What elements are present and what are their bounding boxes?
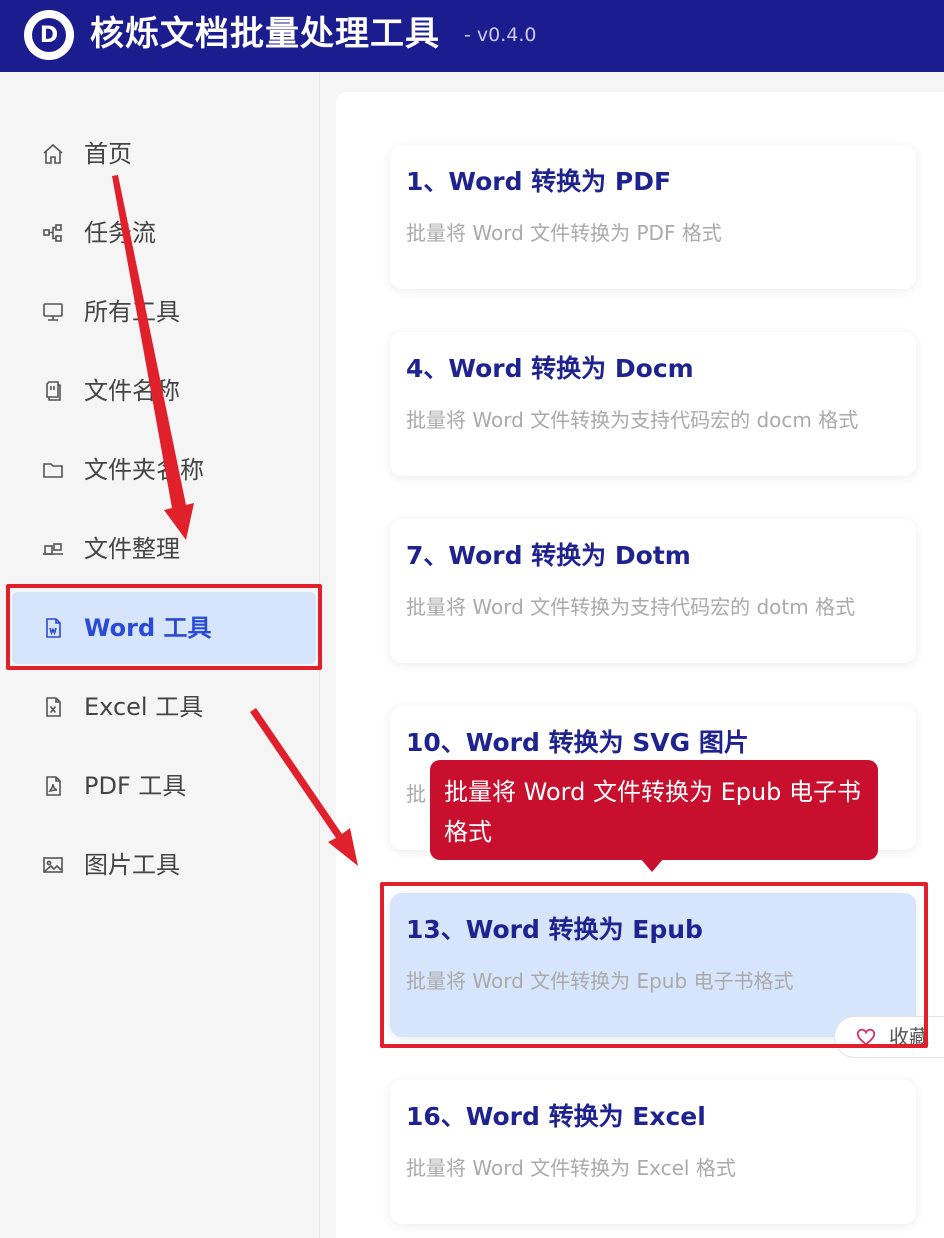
card-tooltip: 批量将 Word 文件转换为 Epub 电子书格式 xyxy=(430,760,878,860)
sidebar-item-file-organize[interactable]: 文件整理 xyxy=(12,513,316,585)
monitor-icon xyxy=(40,299,66,325)
file-copy-icon xyxy=(40,378,66,404)
sidebar-item-label: 文件整理 xyxy=(84,535,180,563)
app-title: 核烁文档批量处理工具 xyxy=(90,14,440,54)
image-icon xyxy=(40,852,66,878)
tool-card-word-to-dotm[interactable]: 7、Word 转换为 Dotm 批量将 Word 文件转换为支持代码宏的 dot… xyxy=(390,519,916,663)
card-description: 批 xyxy=(406,782,426,806)
card-title: 16、Word 转换为 Excel xyxy=(406,1102,706,1131)
folder-icon xyxy=(40,457,66,483)
sidebar-item-file-name[interactable]: 文件名称 xyxy=(12,355,316,427)
app-header: D 核烁文档批量处理工具 - v0.4.0 xyxy=(0,0,944,72)
excel-file-icon xyxy=(40,694,66,720)
card-description: 批量将 Word 文件转换为 Excel 格式 xyxy=(406,1156,736,1180)
sidebar-item-pdf-tools[interactable]: PDF 工具 xyxy=(12,750,316,822)
card-title: 7、Word 转换为 Dotm xyxy=(406,541,691,570)
card-description: 批量将 Word 文件转换为支持代码宏的 dotm 格式 xyxy=(406,595,856,619)
sidebar-item-label: 图片工具 xyxy=(84,851,180,879)
card-description: 批量将 Word 文件转换为 PDF 格式 xyxy=(406,221,722,245)
card-title: 10、Word 转换为 SVG 图片 xyxy=(406,728,749,757)
workflow-icon xyxy=(40,220,66,246)
sidebar-item-label: 任务流 xyxy=(84,219,156,247)
pdf-file-icon xyxy=(40,773,66,799)
sidebar-item-all-tools[interactable]: 所有工具 xyxy=(12,276,316,348)
app-logo: D xyxy=(24,10,74,60)
tool-card-word-to-docm[interactable]: 4、Word 转换为 Docm 批量将 Word 文件转换为支持代码宏的 doc… xyxy=(390,332,916,476)
app-version: - v0.4.0 xyxy=(464,24,537,46)
sidebar-item-label: 所有工具 xyxy=(84,298,180,326)
tool-card-word-to-excel[interactable]: 16、Word 转换为 Excel 批量将 Word 文件转换为 Excel 格… xyxy=(390,1080,916,1224)
sidebar-item-workflow[interactable]: 任务流 xyxy=(12,197,316,269)
sidebar-item-label: 文件名称 xyxy=(84,377,180,405)
sidebar-item-image-tools[interactable]: 图片工具 xyxy=(12,829,316,901)
tooltip-arrow xyxy=(640,858,664,872)
sidebar-item-label: 首页 xyxy=(84,140,132,168)
sidebar-item-excel-tools[interactable]: Excel 工具 xyxy=(12,671,316,743)
home-icon xyxy=(40,141,66,167)
annotation-highlight-epub-card xyxy=(380,882,928,1048)
sidebar-item-label: PDF 工具 xyxy=(84,772,187,800)
card-title: 1、Word 转换为 PDF xyxy=(406,167,672,196)
sidebar-item-folder-name[interactable]: 文件夹名称 xyxy=(12,434,316,506)
sidebar-item-label: Excel 工具 xyxy=(84,693,204,721)
card-title: 4、Word 转换为 Docm xyxy=(406,354,694,383)
tool-card-word-to-pdf[interactable]: 1、Word 转换为 PDF 批量将 Word 文件转换为 PDF 格式 xyxy=(390,145,916,289)
sidebar-item-label: 文件夹名称 xyxy=(84,456,204,484)
annotation-highlight-word-tools xyxy=(6,584,322,670)
logo-letter: D xyxy=(32,18,66,52)
card-description: 批量将 Word 文件转换为支持代码宏的 docm 格式 xyxy=(406,408,859,432)
organize-icon xyxy=(40,536,66,562)
sidebar-item-home[interactable]: 首页 xyxy=(12,118,316,190)
